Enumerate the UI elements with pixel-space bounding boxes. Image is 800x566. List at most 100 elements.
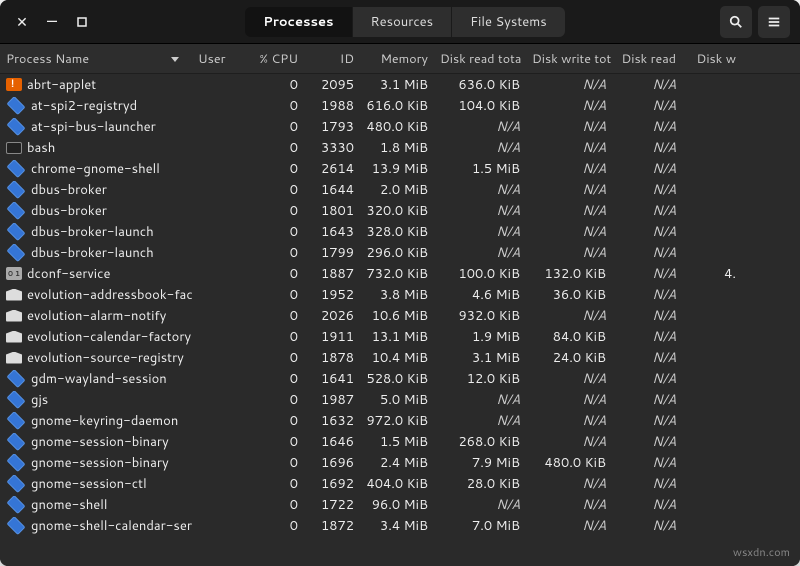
tab-resources[interactable]: Resources	[353, 7, 453, 37]
table-row[interactable]: dbus-broker-launch01799296.0 KiBN/AN/AN/…	[0, 242, 800, 263]
cell: 0	[240, 307, 304, 325]
executable-icon	[6, 391, 25, 409]
search-button[interactable]	[720, 6, 752, 38]
tab-processes[interactable]: Processes	[245, 7, 352, 37]
cell: N/A	[434, 202, 526, 220]
process-name: at-spi2-registryd	[31, 97, 137, 115]
executable-icon	[6, 181, 25, 199]
executable-icon	[6, 118, 25, 136]
cell: 3.8 MiB	[360, 286, 434, 304]
process-name: evolution-source-registry	[27, 349, 184, 367]
cell: N/A	[526, 370, 612, 388]
cell: N/A	[526, 475, 612, 493]
table-row[interactable]: gnome-keyring-daemon01632972.0 KiBN/AN/A…	[0, 410, 800, 431]
table-row[interactable]: evolution-source-registry0187810.4 MiB3.…	[0, 347, 800, 368]
cell: 0	[240, 76, 304, 94]
table-row[interactable]: abrt-applet020953.1 MiB636.0 KiBN/AN/A	[0, 74, 800, 95]
cell: N/A	[526, 517, 612, 535]
cell: 3330	[304, 139, 360, 157]
tab-filesystems[interactable]: File Systems	[452, 7, 565, 37]
cell: 1872	[304, 517, 360, 535]
table-row[interactable]: evolution-addressbook-factory019523.8 Mi…	[0, 284, 800, 305]
process-name-cell: gnome-session-binary	[0, 454, 192, 472]
cell: 0	[240, 475, 304, 493]
table-row[interactable]: 0 1dconf-service01887732.0 KiB100.0 KiB1…	[0, 263, 800, 284]
maximize-icon[interactable]	[74, 14, 90, 30]
minimize-icon[interactable]: ‒	[44, 11, 60, 27]
process-name: dconf-service	[27, 265, 110, 283]
cell: N/A	[434, 181, 526, 199]
cell: 13.9 MiB	[360, 160, 434, 178]
search-icon	[729, 15, 743, 29]
table-row[interactable]: evolution-alarm-notify0202610.6 MiB932.0…	[0, 305, 800, 326]
cell: 268.0 KiB	[434, 433, 526, 451]
cell: N/A	[526, 223, 612, 241]
column-disk-write-total[interactable]: Disk write tot	[526, 50, 612, 68]
table-row[interactable]: gdm-wayland-session01641528.0 KiB12.0 Ki…	[0, 368, 800, 389]
close-icon[interactable]: ✕	[14, 14, 30, 30]
cell: N/A	[434, 118, 526, 136]
cell: 36.0 KiB	[526, 286, 612, 304]
column-label: Process Name	[6, 50, 89, 68]
cell: 0	[240, 139, 304, 157]
cell: 404.0 KiB	[360, 475, 434, 493]
column-user[interactable]: User	[192, 50, 240, 68]
view-switcher: Processes Resources File Systems	[245, 7, 564, 37]
cell: 84.0 KiB	[526, 328, 612, 346]
table-row[interactable]: gnome-shell-calendar-server018723.4 MiB7…	[0, 515, 800, 536]
cell: 1911	[304, 328, 360, 346]
cell: N/A	[612, 286, 682, 304]
cell: 100.0 KiB	[434, 265, 526, 283]
table-row[interactable]: gnome-shell0172296.0 MiBN/AN/AN/A	[0, 494, 800, 515]
cell: 1641	[304, 370, 360, 388]
dconf-icon: 0 1	[6, 267, 22, 280]
table-row[interactable]: chrome-gnome-shell0261413.9 MiB1.5 MiBN/…	[0, 158, 800, 179]
column-disk-read[interactable]: Disk read	[612, 50, 682, 68]
table-row[interactable]: dbus-broker016442.0 MiBN/AN/AN/A	[0, 179, 800, 200]
table-row[interactable]: dbus-broker01801320.0 KiBN/AN/AN/A	[0, 200, 800, 221]
executable-icon	[6, 475, 25, 493]
table-row[interactable]: gnome-session-ctl01692404.0 KiB28.0 KiBN…	[0, 473, 800, 494]
menu-button[interactable]	[758, 6, 790, 38]
process-name-cell: at-spi-bus-launcher	[0, 118, 192, 136]
cell: 1887	[304, 265, 360, 283]
table-row[interactable]: dbus-broker-launch01643328.0 KiBN/AN/AN/…	[0, 221, 800, 242]
table-row[interactable]: bash033301.8 MiBN/AN/AN/A	[0, 137, 800, 158]
cell: N/A	[612, 433, 682, 451]
column-disk-read-total[interactable]: Disk read tota	[434, 50, 526, 68]
process-name: chrome-gnome-shell	[31, 160, 160, 178]
process-name: gnome-shell	[31, 496, 107, 514]
table-row[interactable]: evolution-calendar-factory0191113.1 MiB1…	[0, 326, 800, 347]
cell: 2.0 MiB	[360, 181, 434, 199]
process-name: dbus-broker-launch	[31, 223, 154, 241]
cell: 1644	[304, 181, 360, 199]
envelope-icon	[6, 331, 22, 343]
column-memory[interactable]: Memory	[360, 50, 434, 68]
cell: N/A	[612, 202, 682, 220]
table-row[interactable]: gnome-session-binary016962.4 MiB7.9 MiB4…	[0, 452, 800, 473]
cell: N/A	[526, 391, 612, 409]
cell: 10.6 MiB	[360, 307, 434, 325]
column-process-name[interactable]: Process Name	[0, 50, 192, 68]
column-cpu[interactable]: % CPU	[240, 50, 304, 68]
cell: N/A	[434, 139, 526, 157]
column-id[interactable]: ID	[304, 50, 360, 68]
cell: 0	[240, 349, 304, 367]
table-row[interactable]: gjs019875.0 MiBN/AN/AN/A	[0, 389, 800, 410]
hamburger-icon	[767, 15, 781, 29]
cell: 10.4 MiB	[360, 349, 434, 367]
table-row[interactable]: at-spi-bus-launcher01793480.0 KiBN/AN/AN…	[0, 116, 800, 137]
envelope-icon	[6, 352, 22, 364]
cell: N/A	[526, 202, 612, 220]
table-body[interactable]: abrt-applet020953.1 MiB636.0 KiBN/AN/Aat…	[0, 74, 800, 536]
column-disk-write[interactable]: Disk w	[682, 50, 742, 68]
process-name-cell: gnome-shell-calendar-server	[0, 517, 192, 535]
titlebar: ✕ ‒ Processes Resources File Systems	[0, 0, 800, 44]
process-name-cell: chrome-gnome-shell	[0, 160, 192, 178]
executable-icon	[6, 370, 25, 388]
cell: 1722	[304, 496, 360, 514]
table-row[interactable]: gnome-session-binary016461.5 MiB268.0 Ki…	[0, 431, 800, 452]
process-name: gnome-shell-calendar-server	[31, 517, 192, 535]
terminal-icon	[6, 142, 22, 154]
table-row[interactable]: at-spi2-registryd01988616.0 KiB104.0 KiB…	[0, 95, 800, 116]
